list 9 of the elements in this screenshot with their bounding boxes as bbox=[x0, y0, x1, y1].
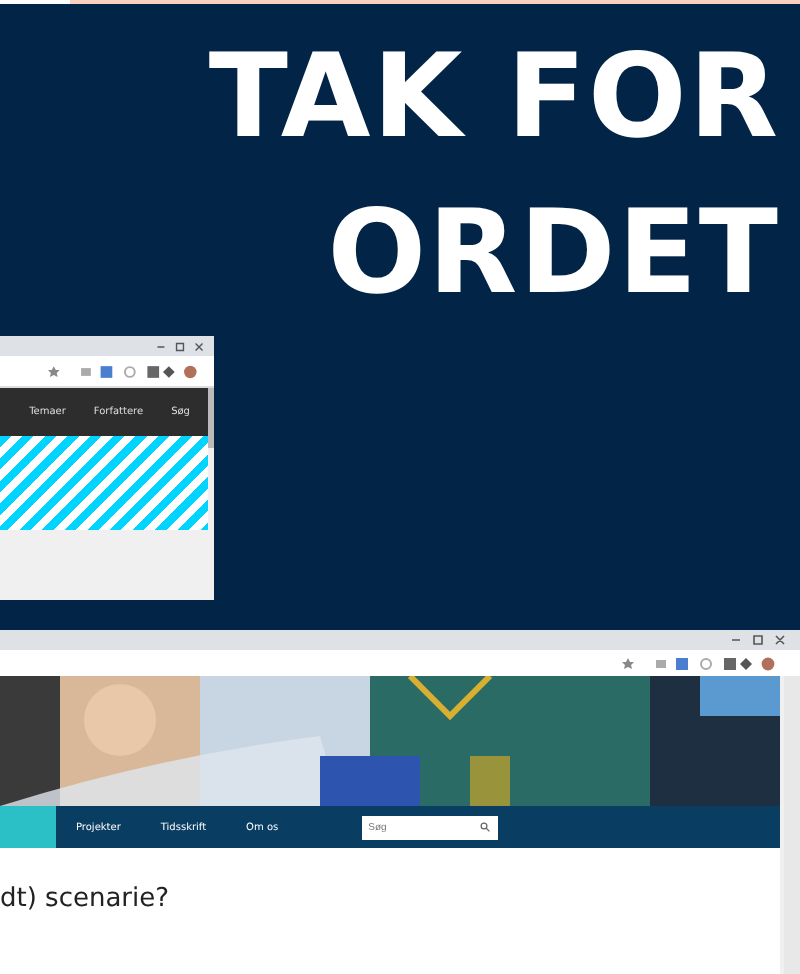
headline: TAK FOR bbox=[208, 32, 780, 160]
toolbar-icons[interactable] bbox=[620, 655, 780, 671]
scrollbar[interactable] bbox=[208, 388, 214, 448]
window-controls-icon[interactable] bbox=[728, 632, 788, 648]
window-controls-icon[interactable] bbox=[154, 339, 206, 353]
page-heading: dt) scenarie? bbox=[0, 884, 172, 914]
toolbar-icons[interactable] bbox=[46, 363, 202, 379]
headline: ORDET bbox=[327, 188, 780, 316]
search-icon bbox=[480, 822, 491, 832]
